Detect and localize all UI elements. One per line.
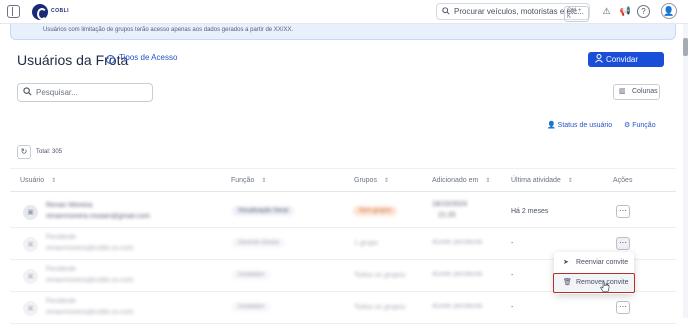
- sort-icon[interactable]: ⇕: [261, 178, 266, 184]
- resend-invite-label: Reenviar convite: [576, 259, 629, 266]
- user-icon: 👤: [547, 122, 556, 129]
- groups-badge: Sem grupos: [353, 206, 398, 216]
- access-types-label: Tipos de Acesso: [119, 53, 178, 62]
- trash-icon: 🗑: [563, 279, 572, 286]
- global-search-input[interactable]: Procurar veículos, motoristas e etc... C…: [436, 3, 590, 22]
- last-activity: -: [511, 304, 514, 311]
- last-activity: -: [511, 272, 514, 279]
- added-status: Aceite pendente: [432, 271, 483, 278]
- col-user[interactable]: Usuário ⇕: [20, 177, 56, 184]
- resend-invite-item[interactable]: ➤ Reenviar convite: [554, 254, 634, 271]
- info-banner: Usuários com limitação de grupos terão a…: [10, 24, 676, 40]
- scrollbar-thumb[interactable]: [683, 38, 688, 56]
- total-count: Total: 305: [36, 149, 63, 155]
- user-add-icon: [595, 52, 603, 67]
- info-banner-text: Usuários com limitação de grupos terão a…: [43, 27, 294, 33]
- sort-icon[interactable]: ⇕: [568, 178, 573, 184]
- refresh-icon: ↻: [20, 147, 28, 156]
- function-badge: Instalador: [232, 270, 271, 280]
- search-icon: [442, 7, 450, 17]
- user-name: Pendente: [46, 234, 76, 241]
- user-email: renanmoreira@cobli.co.com: [46, 309, 134, 316]
- megaphone-icon[interactable]: 📢: [617, 3, 634, 20]
- refresh-button[interactable]: ↻: [17, 145, 31, 159]
- cobli-logo-icon[interactable]: [32, 4, 48, 20]
- filter-function[interactable]: ⚙ Função: [624, 121, 656, 129]
- send-icon: ➤: [563, 259, 569, 266]
- alert-icon[interactable]: ⚠: [598, 3, 615, 20]
- last-activity: -: [511, 240, 514, 247]
- added-date: 18/10/2024: [432, 201, 468, 208]
- added-status: Aceite pendente: [432, 303, 483, 310]
- filter-user-status-label: Status de usuário: [557, 122, 613, 129]
- avatar: ▣: [23, 237, 38, 252]
- col-last-activity[interactable]: Última atividade ⇕: [511, 177, 573, 184]
- access-types-link[interactable]: i Tipos de Acesso: [106, 53, 177, 64]
- search-icon: [23, 87, 32, 98]
- users-search-placeholder: Pesquisar...: [36, 88, 78, 97]
- last-activity: Há 2 meses: [511, 208, 549, 215]
- row-actions-button[interactable]: ···: [616, 205, 630, 218]
- function-badge: Visualização Geral: [232, 206, 294, 216]
- user-name: Pendente: [46, 266, 76, 273]
- added-time: 21:20: [438, 212, 456, 219]
- groups-text: Todos os grupos: [354, 272, 406, 279]
- filter-user-status[interactable]: 👤 Status de usuário: [547, 121, 612, 129]
- sort-icon[interactable]: ⇕: [384, 178, 389, 184]
- sort-icon[interactable]: ⇕: [485, 178, 490, 184]
- filter-function-label: Função: [632, 122, 656, 129]
- row-actions-button[interactable]: ···: [616, 237, 630, 250]
- table-row[interactable]: ▣ Pendente renanmoreira@cobli.co.com Ins…: [10, 292, 676, 324]
- col-added[interactable]: Adicionado em ⇕: [432, 177, 490, 184]
- sort-icon[interactable]: ⇕: [51, 178, 56, 184]
- user-email: renanmoreira.rosaan@gmail.com: [46, 213, 150, 220]
- function-badge: Gerente Gestor: [232, 238, 286, 248]
- col-groups[interactable]: Grupos ⇕: [354, 177, 389, 184]
- groups-text: Todos os grupos: [354, 304, 406, 311]
- gear-icon: ⚙: [624, 122, 631, 129]
- remove-invite-item[interactable]: 🗑 Remover convite: [553, 273, 635, 293]
- invite-users-button[interactable]: Convidar usuários: [588, 52, 664, 79]
- scrollbar-track[interactable]: [683, 24, 688, 318]
- avatar: ▣: [23, 301, 38, 316]
- user-email: renanmoreira@cobli.co.com: [46, 277, 134, 284]
- user-name: Pendente: [46, 298, 76, 305]
- col-actions: Ações: [613, 177, 633, 184]
- added-status: Aceite pendente: [432, 239, 483, 246]
- columns-icon: ▥: [619, 88, 626, 95]
- hand-cursor-icon: [600, 281, 610, 292]
- row-actions-button[interactable]: ···: [616, 301, 630, 314]
- columns-label: Colunas: [632, 88, 658, 95]
- row-actions-menu: ➤ Reenviar convite 🗑 Remover convite: [553, 252, 635, 294]
- groups-text: 1 grupo: [354, 240, 378, 247]
- top-bar: COBLI Procurar veículos, motoristas e et…: [0, 0, 688, 24]
- function-badge: Instalador: [232, 302, 271, 312]
- avatar: ▣: [23, 205, 38, 220]
- col-function[interactable]: Função ⇕: [231, 177, 266, 184]
- users-search-input[interactable]: Pesquisar...: [17, 83, 153, 102]
- table-header: Usuário ⇕ Função ⇕ Grupos ⇕ Adicionado em ⇕ …: [10, 168, 676, 192]
- user-email: renanmoreira@cobli.co.com: [46, 245, 134, 252]
- avatar: ▣: [23, 269, 38, 284]
- shortcut-badge: Ctrl + K: [564, 6, 589, 22]
- columns-button[interactable]: ▥ Colunas: [613, 84, 660, 100]
- info-icon: i: [106, 55, 115, 64]
- sidebar-toggle-icon[interactable]: [7, 5, 20, 18]
- logo-text: COBLI: [51, 8, 70, 14]
- user-name: Renan Moreira: [46, 202, 93, 209]
- user-avatar-icon[interactable]: 👤: [661, 3, 677, 19]
- help-icon[interactable]: ?: [637, 5, 650, 18]
- invite-users-label: Convidar usuários: [606, 55, 639, 79]
- table-row[interactable]: ▣ Renan Moreira renanmoreira.rosaan@gmai…: [10, 196, 676, 228]
